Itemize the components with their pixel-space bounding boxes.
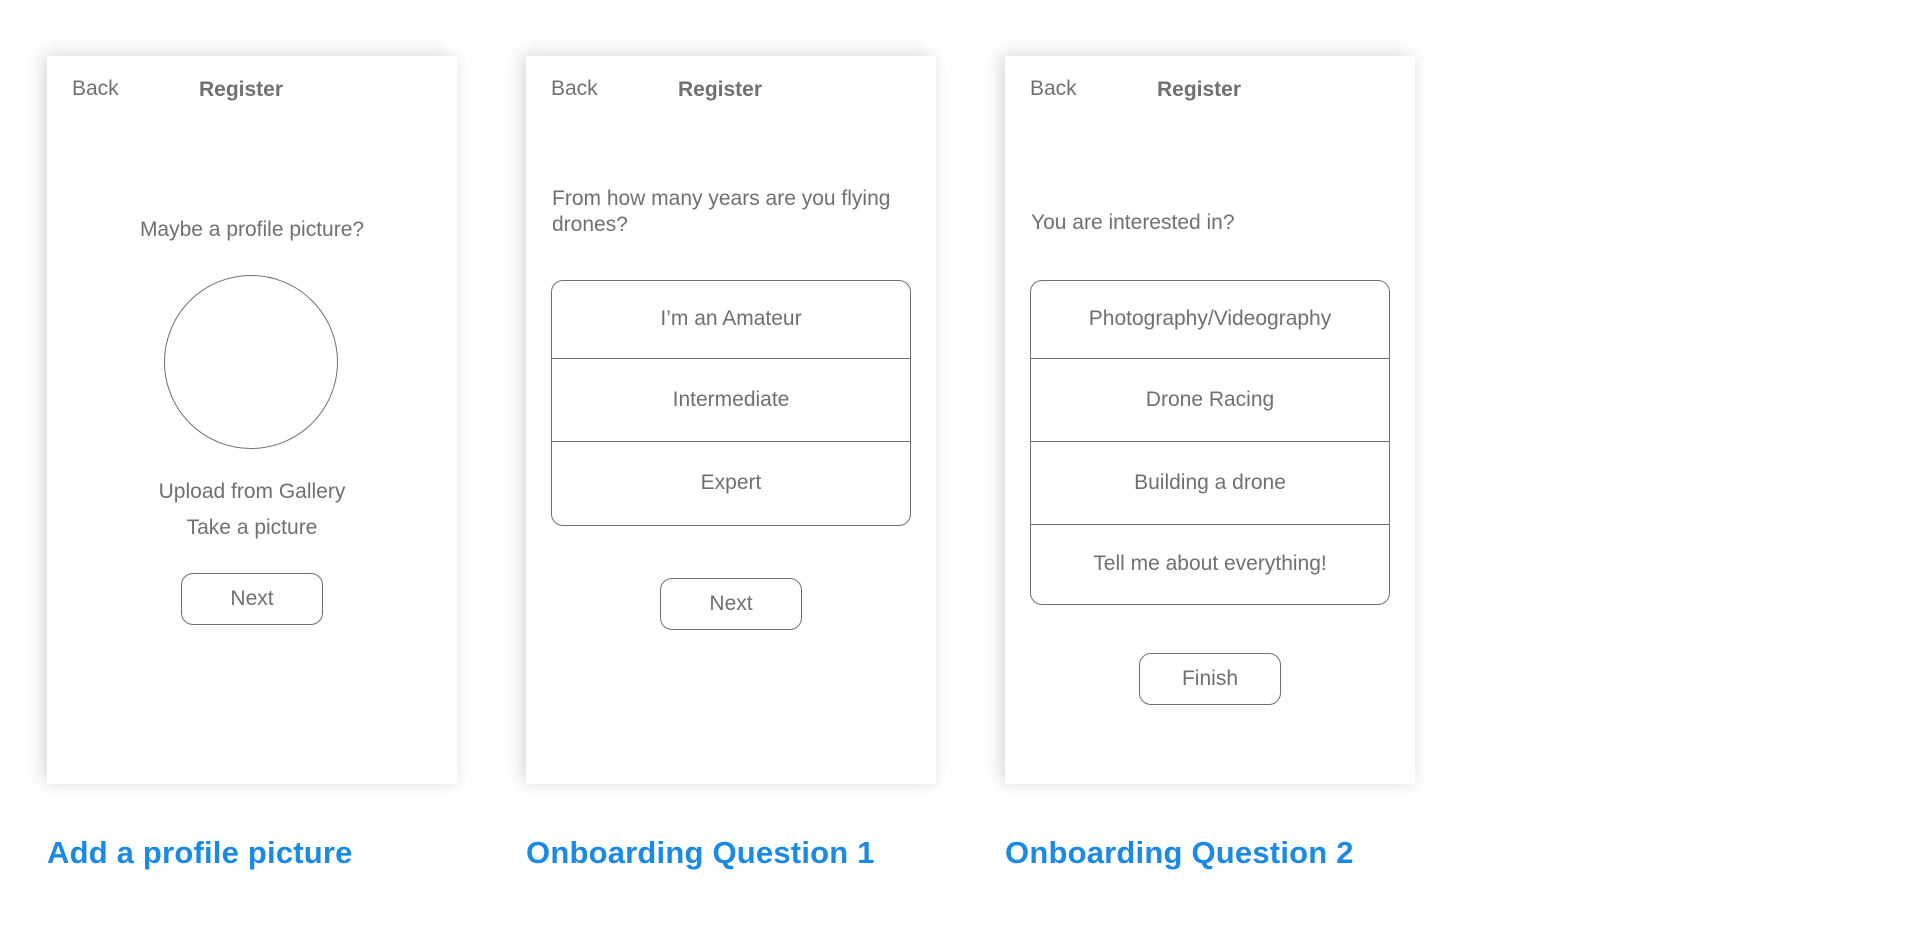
experience-option-list: I’m an Amateur Intermediate Expert [551,280,911,526]
option-tell-me-everything[interactable]: Tell me about everything! [1031,525,1389,604]
option-expert[interactable]: Expert [552,442,910,525]
option-building-a-drone[interactable]: Building a drone [1031,442,1389,525]
interest-option-list: Photography/Videography Drone Racing Bui… [1030,280,1390,605]
back-link[interactable]: Back [551,77,598,101]
profile-picture-prompt: Maybe a profile picture? [139,218,365,241]
screen-profile-picture: Back Register Maybe a profile picture? U… [47,56,457,784]
screen-onboarding-question-2: Back Register You are interested in? Pho… [1005,56,1415,784]
caption-add-profile-picture: Add a profile picture [47,835,353,870]
back-link[interactable]: Back [72,77,119,101]
screen-title: Register [1157,78,1242,101]
option-amateur[interactable]: I’m an Amateur [552,281,910,359]
interest-question: You are interested in? [1031,211,1235,234]
option-intermediate[interactable]: Intermediate [552,359,910,442]
screen-title: Register [678,78,763,101]
take-picture-link[interactable]: Take a picture [47,516,457,540]
screen-onboarding-question-1: Back Register From how many years are yo… [526,56,936,784]
wireframe-canvas: Back Register Maybe a profile picture? U… [0,0,1920,932]
next-button[interactable]: Next [660,578,802,630]
option-photography-videography[interactable]: Photography/Videography [1031,281,1389,359]
caption-onboarding-question-2: Onboarding Question 2 [1005,835,1354,870]
back-link[interactable]: Back [1030,77,1077,101]
experience-question: From how many years are you flying drone… [552,187,891,236]
option-drone-racing[interactable]: Drone Racing [1031,359,1389,442]
screen-title: Register [199,78,284,101]
finish-button[interactable]: Finish [1139,653,1281,705]
next-button[interactable]: Next [181,573,323,625]
avatar-placeholder[interactable] [164,275,338,449]
upload-from-gallery-link[interactable]: Upload from Gallery [47,480,457,504]
caption-onboarding-question-1: Onboarding Question 1 [526,835,875,870]
